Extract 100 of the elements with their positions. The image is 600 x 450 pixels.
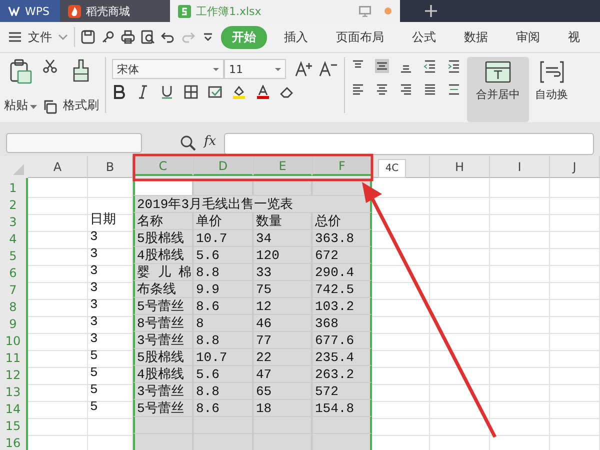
table-cell	[550, 280, 600, 300]
column-header[interactable]: B	[88, 156, 133, 178]
table-cell	[430, 297, 490, 317]
menu-tab[interactable]: 插入	[273, 26, 319, 48]
caret-icon[interactable]	[213, 68, 219, 70]
print-icon[interactable]	[121, 30, 135, 44]
menu-tab[interactable]: 审阅	[505, 26, 551, 48]
font-size-select[interactable]: 11	[224, 59, 286, 79]
column-header[interactable]: F	[312, 156, 372, 176]
tab[interactable]: 稻壳商城	[60, 0, 170, 22]
table-cell	[28, 314, 88, 334]
table-cell	[430, 195, 490, 215]
table-cell	[430, 246, 490, 266]
copy-icon[interactable]	[43, 100, 57, 114]
table-cell	[372, 280, 430, 300]
column-header[interactable]: E	[253, 156, 312, 176]
column-header[interactable]: C	[133, 156, 193, 176]
align-center-icon[interactable]	[375, 83, 389, 97]
row-header[interactable]: 16	[0, 433, 28, 450]
menu-tab[interactable]: 数据	[453, 26, 499, 48]
menu-tab[interactable]: 页面布局	[325, 26, 395, 48]
table-cell	[28, 331, 88, 351]
table-cell	[28, 195, 88, 215]
merge-cells-icon	[485, 61, 511, 83]
align-middle-icon[interactable]	[375, 59, 389, 73]
table-cell	[550, 416, 600, 436]
increase-indent-icon[interactable]	[447, 59, 461, 73]
table-cell	[490, 280, 550, 300]
scissors-icon[interactable]	[43, 59, 57, 73]
caret-icon[interactable]	[275, 68, 281, 70]
menu-tab[interactable]: 公式	[401, 26, 447, 48]
column-header[interactable]: A	[28, 156, 88, 178]
function-button[interactable]: fx	[204, 134, 216, 149]
column-header[interactable]: D	[193, 156, 253, 176]
table-cell	[372, 263, 430, 283]
zoom-icon[interactable]	[180, 135, 196, 151]
new-tab-icon[interactable]	[424, 4, 438, 18]
increase-font-icon[interactable]	[294, 61, 314, 77]
borders-icon[interactable]	[184, 85, 198, 99]
fill-color-icon[interactable]	[232, 85, 246, 99]
key-icon[interactable]	[101, 30, 115, 44]
paste-icon[interactable]	[8, 59, 32, 85]
table-cell	[550, 246, 600, 266]
table-cell	[490, 212, 550, 232]
table-cell	[430, 314, 490, 334]
decrease-indent-icon[interactable]	[423, 59, 437, 73]
table-cell	[312, 433, 372, 450]
column-header[interactable]: J	[550, 156, 600, 178]
table-cell	[550, 195, 600, 215]
print-preview-icon[interactable]	[141, 30, 155, 44]
italic-icon[interactable]	[136, 85, 150, 99]
table-cell	[28, 280, 88, 300]
formula-input[interactable]	[224, 133, 594, 155]
save-icon[interactable]	[81, 30, 95, 44]
unsaved-dot-icon	[384, 7, 392, 15]
align-left-icon[interactable]	[351, 83, 365, 97]
table-cell	[133, 433, 193, 450]
paste-button[interactable]: 粘贴	[4, 98, 28, 112]
bold-icon[interactable]	[112, 85, 126, 99]
table-cell	[28, 382, 88, 402]
table-cell	[550, 348, 600, 368]
caret-icon[interactable]	[30, 105, 37, 109]
tab[interactable]: 工作簿1.xlsx	[170, 0, 400, 22]
column-tooltip: 4C	[378, 159, 406, 178]
decrease-font-icon[interactable]	[318, 61, 338, 77]
table-cell	[28, 263, 88, 283]
underline-icon[interactable]	[160, 85, 174, 99]
format-painter-button[interactable]: 格式刷	[63, 97, 99, 114]
table-cell	[430, 263, 490, 283]
wrap-text-icon[interactable]	[540, 61, 564, 83]
merge-center-button[interactable]: 合并居中	[467, 57, 529, 122]
undo-icon[interactable]	[161, 30, 175, 44]
table-cell	[28, 399, 88, 419]
table-cell	[430, 331, 490, 351]
table-cell	[490, 314, 550, 334]
table-cell	[372, 229, 430, 249]
column-header[interactable]: I	[490, 156, 550, 178]
distribute-icon[interactable]	[447, 83, 461, 97]
menu-tab[interactable]: 视	[557, 26, 591, 48]
tab[interactable]: WPS	[0, 0, 60, 22]
align-right-icon[interactable]	[399, 83, 413, 97]
file-menu[interactable]: 文件	[28, 28, 52, 46]
font-select[interactable]: 宋体	[112, 59, 224, 79]
menu-tab[interactable]: 开始	[221, 26, 267, 48]
table-cell	[372, 297, 430, 317]
wrap-text-button[interactable]: 自动换	[535, 87, 568, 102]
table-cell	[490, 195, 550, 215]
table-cell	[550, 178, 600, 198]
table-cell	[490, 416, 550, 436]
column-header[interactable]: H	[430, 156, 490, 178]
justify-icon[interactable]	[423, 83, 437, 97]
menu-icon[interactable]	[8, 31, 22, 43]
paint-brush-icon[interactable]	[71, 59, 91, 83]
table-cell	[550, 212, 600, 232]
table-cell	[550, 382, 600, 402]
font-color-icon[interactable]	[256, 85, 270, 99]
table-cell	[430, 280, 490, 300]
cell-style-icon[interactable]	[208, 85, 222, 99]
table-cell	[490, 229, 550, 249]
eraser-icon[interactable]	[280, 85, 294, 99]
